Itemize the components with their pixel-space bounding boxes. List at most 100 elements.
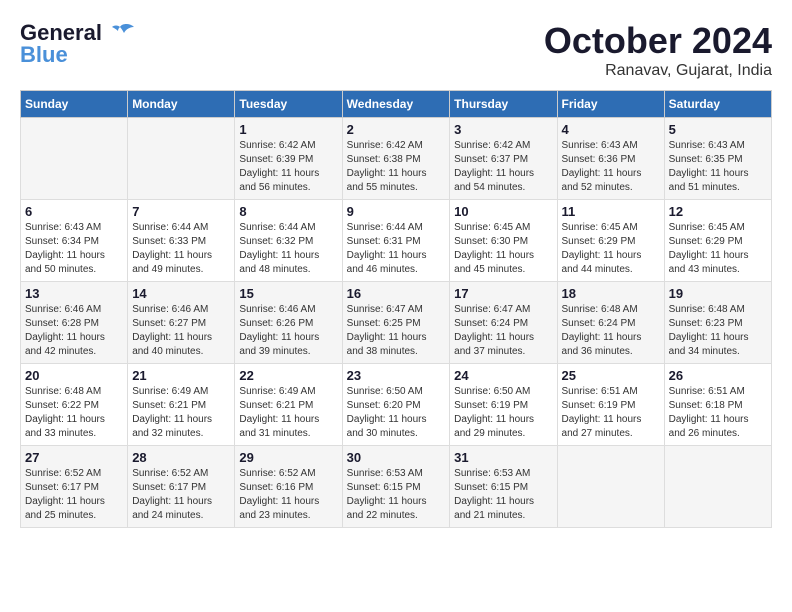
table-row: 16 Sunrise: 6:47 AMSunset: 6:25 PMDaylig… — [342, 282, 450, 364]
table-row: 10 Sunrise: 6:45 AMSunset: 6:30 PMDaylig… — [450, 200, 557, 282]
day-number: 24 — [454, 368, 552, 383]
day-number: 30 — [347, 450, 446, 465]
day-number: 11 — [562, 204, 660, 219]
table-row — [664, 446, 771, 528]
day-number: 5 — [669, 122, 767, 137]
table-row — [21, 118, 128, 200]
table-row: 27 Sunrise: 6:52 AMSunset: 6:17 PMDaylig… — [21, 446, 128, 528]
table-row: 25 Sunrise: 6:51 AMSunset: 6:19 PMDaylig… — [557, 364, 664, 446]
day-detail: Sunrise: 6:50 AMSunset: 6:20 PMDaylight:… — [347, 386, 427, 439]
day-number: 1 — [239, 122, 337, 137]
table-row: 21 Sunrise: 6:49 AMSunset: 6:21 PMDaylig… — [128, 364, 235, 446]
calendar-week-row: 13 Sunrise: 6:46 AMSunset: 6:28 PMDaylig… — [21, 282, 772, 364]
header-wednesday: Wednesday — [342, 91, 450, 118]
day-number: 29 — [239, 450, 337, 465]
table-row: 24 Sunrise: 6:50 AMSunset: 6:19 PMDaylig… — [450, 364, 557, 446]
day-number: 23 — [347, 368, 446, 383]
table-row: 6 Sunrise: 6:43 AMSunset: 6:34 PMDayligh… — [21, 200, 128, 282]
day-detail: Sunrise: 6:52 AMSunset: 6:16 PMDaylight:… — [239, 468, 319, 521]
day-detail: Sunrise: 6:42 AMSunset: 6:39 PMDaylight:… — [239, 140, 319, 193]
location: Ranavav, Gujarat, India — [544, 62, 772, 80]
day-number: 14 — [132, 286, 230, 301]
day-detail: Sunrise: 6:46 AMSunset: 6:27 PMDaylight:… — [132, 304, 212, 357]
day-detail: Sunrise: 6:50 AMSunset: 6:19 PMDaylight:… — [454, 386, 534, 439]
day-number: 6 — [25, 204, 123, 219]
table-row: 14 Sunrise: 6:46 AMSunset: 6:27 PMDaylig… — [128, 282, 235, 364]
day-number: 15 — [239, 286, 337, 301]
day-number: 4 — [562, 122, 660, 137]
day-number: 19 — [669, 286, 767, 301]
calendar-table: Sunday Monday Tuesday Wednesday Thursday… — [20, 90, 772, 528]
day-detail: Sunrise: 6:42 AMSunset: 6:38 PMDaylight:… — [347, 140, 427, 193]
table-row: 11 Sunrise: 6:45 AMSunset: 6:29 PMDaylig… — [557, 200, 664, 282]
day-number: 25 — [562, 368, 660, 383]
header-sunday: Sunday — [21, 91, 128, 118]
day-detail: Sunrise: 6:43 AMSunset: 6:36 PMDaylight:… — [562, 140, 642, 193]
day-detail: Sunrise: 6:45 AMSunset: 6:29 PMDaylight:… — [669, 222, 749, 275]
table-row: 26 Sunrise: 6:51 AMSunset: 6:18 PMDaylig… — [664, 364, 771, 446]
day-detail: Sunrise: 6:52 AMSunset: 6:17 PMDaylight:… — [132, 468, 212, 521]
day-number: 12 — [669, 204, 767, 219]
header-thursday: Thursday — [450, 91, 557, 118]
day-number: 10 — [454, 204, 552, 219]
day-detail: Sunrise: 6:42 AMSunset: 6:37 PMDaylight:… — [454, 140, 534, 193]
day-detail: Sunrise: 6:51 AMSunset: 6:19 PMDaylight:… — [562, 386, 642, 439]
day-detail: Sunrise: 6:48 AMSunset: 6:23 PMDaylight:… — [669, 304, 749, 357]
calendar-week-row: 1 Sunrise: 6:42 AMSunset: 6:39 PMDayligh… — [21, 118, 772, 200]
table-row — [557, 446, 664, 528]
header-monday: Monday — [128, 91, 235, 118]
day-number: 8 — [239, 204, 337, 219]
calendar-week-row: 6 Sunrise: 6:43 AMSunset: 6:34 PMDayligh… — [21, 200, 772, 282]
day-detail: Sunrise: 6:51 AMSunset: 6:18 PMDaylight:… — [669, 386, 749, 439]
table-row: 19 Sunrise: 6:48 AMSunset: 6:23 PMDaylig… — [664, 282, 771, 364]
day-detail: Sunrise: 6:47 AMSunset: 6:25 PMDaylight:… — [347, 304, 427, 357]
header-saturday: Saturday — [664, 91, 771, 118]
day-detail: Sunrise: 6:44 AMSunset: 6:32 PMDaylight:… — [239, 222, 319, 275]
table-row: 18 Sunrise: 6:48 AMSunset: 6:24 PMDaylig… — [557, 282, 664, 364]
day-detail: Sunrise: 6:48 AMSunset: 6:24 PMDaylight:… — [562, 304, 642, 357]
table-row: 29 Sunrise: 6:52 AMSunset: 6:16 PMDaylig… — [235, 446, 342, 528]
day-detail: Sunrise: 6:52 AMSunset: 6:17 PMDaylight:… — [25, 468, 105, 521]
table-row: 23 Sunrise: 6:50 AMSunset: 6:20 PMDaylig… — [342, 364, 450, 446]
day-detail: Sunrise: 6:49 AMSunset: 6:21 PMDaylight:… — [239, 386, 319, 439]
table-row: 31 Sunrise: 6:53 AMSunset: 6:15 PMDaylig… — [450, 446, 557, 528]
table-row: 9 Sunrise: 6:44 AMSunset: 6:31 PMDayligh… — [342, 200, 450, 282]
day-number: 9 — [347, 204, 446, 219]
table-row — [128, 118, 235, 200]
table-row: 8 Sunrise: 6:44 AMSunset: 6:32 PMDayligh… — [235, 200, 342, 282]
day-number: 16 — [347, 286, 446, 301]
day-detail: Sunrise: 6:44 AMSunset: 6:33 PMDaylight:… — [132, 222, 212, 275]
day-detail: Sunrise: 6:49 AMSunset: 6:21 PMDaylight:… — [132, 386, 212, 439]
day-detail: Sunrise: 6:53 AMSunset: 6:15 PMDaylight:… — [347, 468, 427, 521]
day-number: 20 — [25, 368, 123, 383]
calendar-week-row: 27 Sunrise: 6:52 AMSunset: 6:17 PMDaylig… — [21, 446, 772, 528]
table-row: 5 Sunrise: 6:43 AMSunset: 6:35 PMDayligh… — [664, 118, 771, 200]
table-row: 3 Sunrise: 6:42 AMSunset: 6:37 PMDayligh… — [450, 118, 557, 200]
table-row: 15 Sunrise: 6:46 AMSunset: 6:26 PMDaylig… — [235, 282, 342, 364]
day-number: 27 — [25, 450, 123, 465]
calendar-header-row: Sunday Monday Tuesday Wednesday Thursday… — [21, 91, 772, 118]
day-detail: Sunrise: 6:43 AMSunset: 6:35 PMDaylight:… — [669, 140, 749, 193]
table-row: 22 Sunrise: 6:49 AMSunset: 6:21 PMDaylig… — [235, 364, 342, 446]
table-row: 7 Sunrise: 6:44 AMSunset: 6:33 PMDayligh… — [128, 200, 235, 282]
logo-bird-icon — [106, 23, 134, 43]
logo: General Blue — [20, 20, 134, 68]
table-row: 13 Sunrise: 6:46 AMSunset: 6:28 PMDaylig… — [21, 282, 128, 364]
day-detail: Sunrise: 6:44 AMSunset: 6:31 PMDaylight:… — [347, 222, 427, 275]
day-number: 17 — [454, 286, 552, 301]
day-detail: Sunrise: 6:46 AMSunset: 6:28 PMDaylight:… — [25, 304, 105, 357]
table-row: 20 Sunrise: 6:48 AMSunset: 6:22 PMDaylig… — [21, 364, 128, 446]
day-number: 7 — [132, 204, 230, 219]
header-tuesday: Tuesday — [235, 91, 342, 118]
day-detail: Sunrise: 6:43 AMSunset: 6:34 PMDaylight:… — [25, 222, 105, 275]
header-friday: Friday — [557, 91, 664, 118]
day-number: 26 — [669, 368, 767, 383]
table-row: 4 Sunrise: 6:43 AMSunset: 6:36 PMDayligh… — [557, 118, 664, 200]
day-detail: Sunrise: 6:47 AMSunset: 6:24 PMDaylight:… — [454, 304, 534, 357]
day-number: 13 — [25, 286, 123, 301]
day-number: 18 — [562, 286, 660, 301]
day-detail: Sunrise: 6:45 AMSunset: 6:29 PMDaylight:… — [562, 222, 642, 275]
table-row: 30 Sunrise: 6:53 AMSunset: 6:15 PMDaylig… — [342, 446, 450, 528]
table-row: 2 Sunrise: 6:42 AMSunset: 6:38 PMDayligh… — [342, 118, 450, 200]
day-number: 31 — [454, 450, 552, 465]
